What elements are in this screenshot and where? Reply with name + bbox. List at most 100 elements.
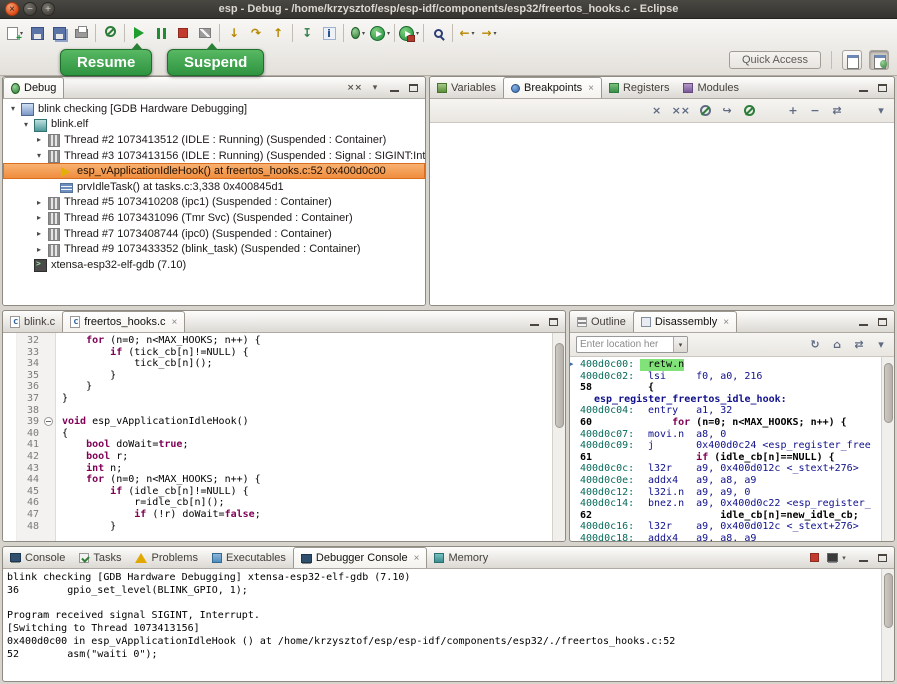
- editor-annotation-ruler[interactable]: [3, 333, 17, 541]
- tab-blink-c[interactable]: blink.c: [3, 311, 62, 332]
- collapse-all-icon[interactable]: −: [808, 103, 822, 119]
- editor-scrollbar[interactable]: [552, 333, 565, 541]
- window-minimize-button[interactable]: −: [23, 2, 37, 16]
- dropdown-arrow-icon[interactable]: ▾: [416, 30, 419, 37]
- debug-tree-item[interactable]: ▸Thread #9 1073433352 (blink_task) (Susp…: [3, 241, 425, 257]
- line-number[interactable]: 48: [17, 521, 39, 533]
- step-return-button[interactable]: ↑: [267, 21, 289, 45]
- debug-tree-item[interactable]: ▾blink.elf: [3, 117, 425, 133]
- terminate-console-icon[interactable]: [808, 551, 820, 565]
- code-line[interactable]: int n;: [62, 463, 552, 475]
- drop-to-frame-button[interactable]: ↧: [296, 21, 318, 45]
- line-number[interactable]: 34: [17, 358, 39, 370]
- editor-fold-ruler[interactable]: [43, 333, 56, 541]
- new-wizard-button[interactable]: ▾: [4, 21, 26, 45]
- code-line[interactable]: [62, 405, 552, 417]
- line-number[interactable]: 38: [17, 405, 39, 417]
- link-with-debug-view-icon[interactable]: ⇄: [830, 103, 844, 119]
- debug-tree-item[interactable]: ▸Thread #7 1073408744 (ipc0) (Suspended …: [3, 226, 425, 242]
- close-icon[interactable]: ×: [588, 83, 594, 94]
- disconnect-button[interactable]: [194, 21, 216, 45]
- tree-expanded-arrow[interactable]: ▾: [7, 104, 19, 113]
- tab-variables[interactable]: Variables: [430, 77, 503, 98]
- dropdown-arrow-icon[interactable]: ▾: [472, 30, 475, 37]
- back-button[interactable]: ←▾: [456, 21, 478, 45]
- debug-tree-item[interactable]: ▸Thread #6 1073431096 (Tmr Svc) (Suspend…: [3, 210, 425, 226]
- maximize-icon[interactable]: [407, 81, 419, 95]
- disassembly-line[interactable]: ▸400d0c00:retw.n: [570, 359, 881, 371]
- debug-tree-item[interactable]: xtensa-esp32-elf-gdb (7.10): [3, 257, 425, 273]
- save-all-button[interactable]: [48, 21, 70, 45]
- tab-registers[interactable]: Registers: [602, 77, 676, 98]
- step-over-button[interactable]: ↷: [245, 21, 267, 45]
- run-button[interactable]: ▾: [369, 21, 391, 45]
- tab-debugger-console[interactable]: Debugger Console×: [293, 547, 428, 568]
- tree-collapsed-arrow[interactable]: ▸: [33, 229, 45, 238]
- close-icon[interactable]: ×: [414, 553, 420, 564]
- external-tools-button[interactable]: ▾: [398, 21, 420, 45]
- line-number[interactable]: 41: [17, 439, 39, 451]
- code-line[interactable]: bool doWait=true;: [62, 439, 552, 451]
- forward-button[interactable]: →▾: [478, 21, 500, 45]
- close-icon[interactable]: ×: [172, 317, 178, 328]
- maximize-icon[interactable]: [876, 315, 888, 329]
- dropdown-arrow-icon[interactable]: ▾: [362, 30, 365, 37]
- minimize-icon[interactable]: [857, 81, 869, 95]
- tree-expanded-arrow[interactable]: ▾: [33, 151, 45, 160]
- dropdown-arrow-icon[interactable]: ▾: [494, 30, 497, 37]
- suspend-button[interactable]: [150, 21, 172, 45]
- debug-tree-item[interactable]: ▸Thread #2 1073413512 (IDLE : Running) (…: [3, 132, 425, 148]
- tab-modules[interactable]: Modules: [676, 77, 746, 98]
- disassembly-line[interactable]: 400d0c14:bnez.n a9, 0x400d0c22 <esp_regi…: [570, 498, 881, 510]
- line-number[interactable]: 32: [17, 335, 39, 347]
- home-icon[interactable]: ⌂: [830, 337, 844, 353]
- code-line[interactable]: }: [62, 381, 552, 393]
- code-line[interactable]: for (n=0; n<MAX_HOOKS; n++) {: [62, 474, 552, 486]
- code-line[interactable]: if (idle_cb[n]!=NULL) {: [62, 486, 552, 498]
- maximize-icon[interactable]: [876, 81, 888, 95]
- tab-debug[interactable]: Debug: [3, 77, 64, 98]
- location-input[interactable]: Enter location her: [577, 339, 673, 350]
- close-icon[interactable]: ×: [723, 317, 729, 328]
- disassembly-line[interactable]: 400d0c12:l32i.n a9, a9, 0: [570, 487, 881, 499]
- breakpoints-view-menu-icon[interactable]: ▾: [874, 103, 888, 119]
- tab-executables[interactable]: Executables: [205, 547, 293, 568]
- code-line[interactable]: }: [62, 370, 552, 382]
- refresh-icon[interactable]: ↻: [808, 337, 822, 353]
- line-number[interactable]: 37: [17, 393, 39, 405]
- line-number[interactable]: 43: [17, 463, 39, 475]
- code-line[interactable]: r=idle_cb[n]();: [62, 497, 552, 509]
- disassembly-line[interactable]: esp_register_freertos_idle_hook:: [570, 394, 881, 406]
- tree-collapsed-arrow[interactable]: ▸: [33, 135, 45, 144]
- tab-tasks[interactable]: Tasks: [72, 547, 128, 568]
- code-line[interactable]: void esp_vApplicationIdleHook(): [62, 416, 552, 428]
- tab-memory[interactable]: Memory: [427, 547, 495, 568]
- disassembly-line[interactable]: 61 if (idle_cb[n]==NULL) {: [570, 452, 881, 464]
- open-perspective-icon[interactable]: [842, 50, 862, 70]
- disassembly-line[interactable]: 400d0c09:j 0x400d0c24 <esp_register_free: [570, 440, 881, 452]
- goto-file-for-breakpoint-icon[interactable]: ↪: [720, 103, 734, 119]
- tab-outline[interactable]: Outline: [570, 311, 633, 332]
- line-number[interactable]: 45: [17, 486, 39, 498]
- window-close-button[interactable]: ×: [5, 2, 19, 16]
- disassembly-line[interactable]: 400d0c04:entry a1, 32: [570, 405, 881, 417]
- disassembly-scrollbar-thumb[interactable]: [884, 363, 893, 423]
- resume-button[interactable]: [128, 21, 150, 45]
- debug-perspective-icon[interactable]: [869, 50, 889, 70]
- tree-collapsed-arrow[interactable]: ▸: [33, 198, 45, 207]
- tree-expanded-arrow[interactable]: ▾: [20, 120, 32, 129]
- line-number[interactable]: 42: [17, 451, 39, 463]
- editor-line-numbers[interactable]: 3233343536373839404142434445464748: [17, 333, 43, 541]
- code-line[interactable]: bool r;: [62, 451, 552, 463]
- editor-scrollbar-thumb[interactable]: [555, 343, 564, 428]
- line-number[interactable]: 33: [17, 347, 39, 359]
- location-combo[interactable]: Enter location her ▾: [576, 336, 688, 353]
- remove-breakpoint-icon[interactable]: ×: [650, 103, 664, 119]
- tab-breakpoints[interactable]: Breakpoints×: [503, 77, 602, 98]
- debug-tree-item[interactable]: esp_vApplicationIdleHook() at freertos_h…: [3, 163, 425, 179]
- search-button[interactable]: [427, 21, 449, 45]
- step-into-button[interactable]: ↓: [223, 21, 245, 45]
- minimize-icon[interactable]: [528, 315, 540, 329]
- code-line[interactable]: if (!r) doWait=false;: [62, 509, 552, 521]
- line-number[interactable]: 36: [17, 381, 39, 393]
